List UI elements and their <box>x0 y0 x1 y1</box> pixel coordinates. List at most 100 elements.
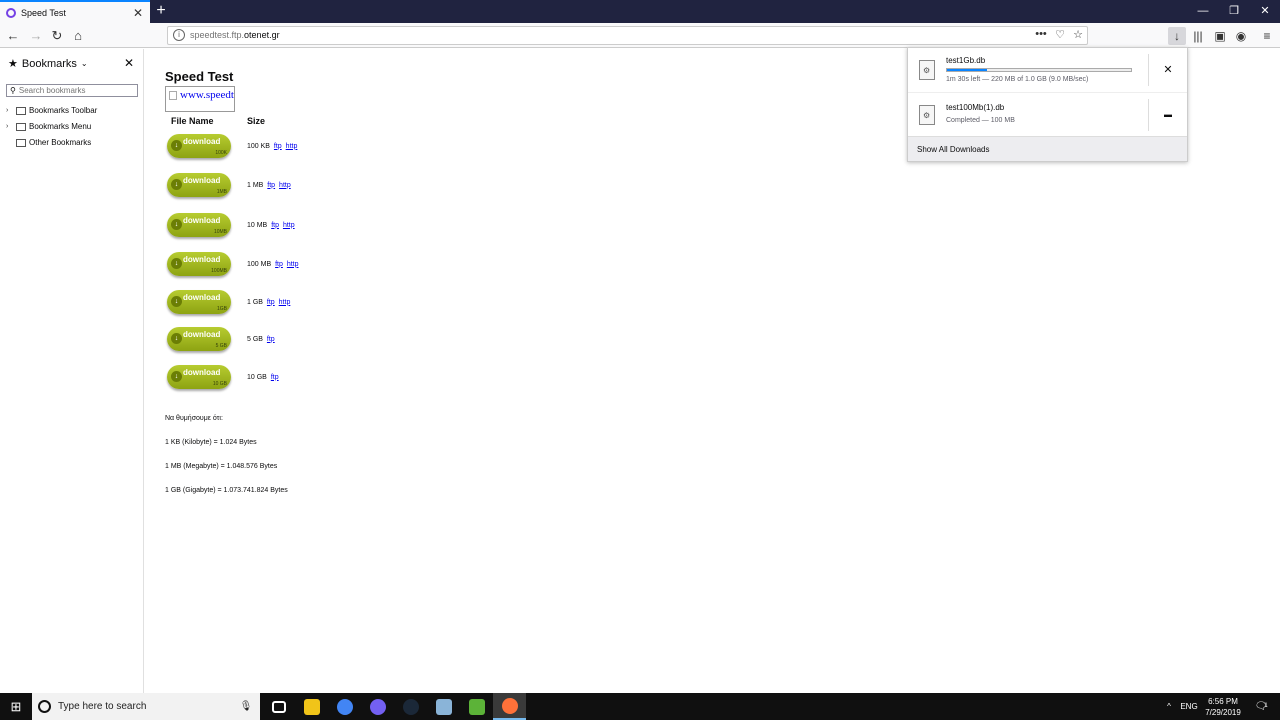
tray-chevron-icon[interactable]: ^ <box>1162 693 1176 720</box>
ftp-link[interactable]: ftp <box>275 261 283 268</box>
microphone-icon[interactable]: 🎙 <box>238 701 254 712</box>
download-arrow-icon: ↓ <box>171 333 182 344</box>
ftp-link[interactable]: ftp <box>271 374 279 381</box>
download-size-badge: 10 GB <box>212 381 227 387</box>
library-icon[interactable]: ||| <box>1189 27 1207 45</box>
folder-icon <box>16 138 26 147</box>
taskbar-app-chrome[interactable] <box>328 693 361 720</box>
download-file-name: test1Gb.db <box>946 56 986 65</box>
steam-icon <box>402 698 419 715</box>
download-button[interactable]: ↓ download 1MB <box>167 173 231 197</box>
address-bar[interactable]: i speedtest.ftp.otenet.gr ••• ♡ ☆ <box>167 26 1088 45</box>
back-button[interactable]: ← <box>3 26 23 46</box>
expand-icon[interactable]: › <box>6 107 13 114</box>
download-button[interactable]: ↓ download 10 GB <box>167 365 231 389</box>
http-link[interactable]: http <box>283 222 295 229</box>
cancel-download-icon[interactable]: ✕ <box>1160 62 1176 78</box>
home-button[interactable]: ⌂ <box>68 26 88 46</box>
downloads-icon[interactable]: ↓ <box>1168 27 1186 45</box>
site-info-icon[interactable]: i <box>173 29 185 41</box>
taskbar-app-viber[interactable] <box>361 693 394 720</box>
ftp-link[interactable]: ftp <box>267 336 275 343</box>
file-size: 10 GB <box>247 373 267 381</box>
file-size-cell: 100 MB ftp http <box>247 261 299 268</box>
sidebar-close-icon[interactable]: ✕ <box>124 56 134 70</box>
tab-close-icon[interactable]: ✕ <box>130 6 146 20</box>
download-button[interactable]: ↓ download 1GB <box>167 290 231 314</box>
taskbar-search-placeholder[interactable]: Type here to search <box>58 701 238 712</box>
download-arrow-icon: ↓ <box>171 296 182 307</box>
taskbar-app-utorrent[interactable] <box>460 693 493 720</box>
language-indicator[interactable]: ENG <box>1178 693 1200 720</box>
http-link[interactable]: http <box>286 143 298 150</box>
restore-button[interactable]: ❐ <box>1219 0 1249 23</box>
ftp-link[interactable]: ftp <box>271 222 279 229</box>
file-size: 5 GB <box>247 335 263 343</box>
download-button-label: download <box>183 176 221 185</box>
tab-speed-test[interactable]: Speed Test ✕ <box>0 0 150 23</box>
taskbar-app-notepad[interactable] <box>427 693 460 720</box>
pocket-icon[interactable]: ♡ <box>1052 28 1068 41</box>
bookmark-star-icon[interactable]: ☆ <box>1070 28 1086 41</box>
table-row: ↓ download 10 GB 10 GB ftp <box>167 362 279 392</box>
clock[interactable]: 6:56 PM 7/29/2019 <box>1198 696 1248 718</box>
account-icon[interactable]: ◉ <box>1232 27 1250 45</box>
download-button[interactable]: ↓ download 100MB <box>167 252 231 276</box>
download-size-badge: 5 GB <box>215 343 227 349</box>
search-icon: ⚲ <box>10 86 16 95</box>
note-line: 1 KB (Kilobyte) = 1.024 Bytes <box>165 439 257 446</box>
table-row: ↓ download 1GB 1 GB ftp http <box>167 287 290 317</box>
minimize-button[interactable]: — <box>1188 0 1218 23</box>
new-tab-button[interactable]: + <box>152 2 170 20</box>
forward-button[interactable]: → <box>26 26 46 46</box>
utorrent-icon <box>468 698 485 715</box>
byte-note: Να θυμήσουμε ότι: 1 KB (Kilobyte) = 1.02… <box>165 399 288 511</box>
page-actions-icon[interactable]: ••• <box>1033 28 1049 40</box>
taskbar-app-task-view[interactable] <box>262 693 295 720</box>
show-all-downloads-button[interactable]: Show All Downloads <box>908 136 1187 161</box>
tab-title: Speed Test <box>21 7 66 18</box>
windows-taskbar: ⊞ Type here to search 🎙 ^ ENG 6:56 PM 7/… <box>0 693 1280 720</box>
navigation-toolbar: ← → ↻ ⌂ i speedtest.ftp.otenet.gr ••• ♡ … <box>0 23 1280 48</box>
http-link[interactable]: http <box>287 261 299 268</box>
ftp-link[interactable]: ftp <box>267 182 275 189</box>
download-item[interactable]: ⚙ test100Mb(1).db Completed — 100 MB ▬ <box>908 92 1187 136</box>
http-link[interactable]: http <box>279 182 291 189</box>
sidebar-item-other-bookmarks[interactable]: Other Bookmarks <box>6 138 91 147</box>
taskbar-search[interactable]: Type here to search 🎙 <box>32 693 260 720</box>
open-folder-icon[interactable]: ▬ <box>1160 107 1176 123</box>
close-window-button[interactable]: ✕ <box>1250 0 1280 23</box>
download-button[interactable]: ↓ download 10MB <box>167 213 231 237</box>
notepad-icon <box>435 698 452 715</box>
download-button[interactable]: ↓ download 5 GB <box>167 327 231 351</box>
bookmark-search[interactable]: ⚲ <box>6 84 138 97</box>
expand-icon[interactable]: › <box>6 123 13 130</box>
size-header: Size <box>247 116 266 126</box>
sidebar-item-label: Other Bookmarks <box>29 138 92 147</box>
download-progress-fill <box>947 69 988 71</box>
ftp-link[interactable]: ftp <box>274 143 282 150</box>
file-size: 10 MB <box>247 221 268 229</box>
file-size-cell: 100 KB ftp http <box>247 143 297 150</box>
file-size-cell: 1 MB ftp http <box>247 182 291 189</box>
reload-button[interactable]: ↻ <box>47 26 67 46</box>
menu-icon[interactable]: ≡ <box>1258 27 1276 45</box>
sidebar-header[interactable]: ★ Bookmarks ⌄ <box>8 57 88 71</box>
menu-folder-icon <box>16 122 26 131</box>
sidebar-item-bookmarks-menu[interactable]: › Bookmarks Menu <box>6 122 91 131</box>
bookmark-search-input[interactable] <box>18 86 129 95</box>
speedtest-banner[interactable]: www.speedtest <box>165 86 235 112</box>
download-item[interactable]: ⚙ test1Gb.db 1m 30s left — 220 MB of 1.0… <box>908 48 1187 92</box>
ftp-link[interactable]: ftp <box>267 299 275 306</box>
http-link[interactable]: http <box>279 299 291 306</box>
download-arrow-icon: ↓ <box>171 140 182 151</box>
url-text[interactable]: speedtest.ftp.otenet.gr <box>190 30 280 40</box>
download-button[interactable]: ↓ download 100K <box>167 134 231 158</box>
sidebar-item-bookmarks-toolbar[interactable]: › Bookmarks Toolbar <box>6 106 97 115</box>
taskbar-app-firefox[interactable] <box>493 693 526 720</box>
sidebar-toggle-icon[interactable]: ▣ <box>1211 27 1229 45</box>
site-favicon-icon <box>6 7 16 18</box>
taskbar-app-steam[interactable] <box>394 693 427 720</box>
windows-start-icon[interactable]: ⊞ <box>0 693 32 720</box>
taskbar-app-file-explorer[interactable] <box>295 693 328 720</box>
